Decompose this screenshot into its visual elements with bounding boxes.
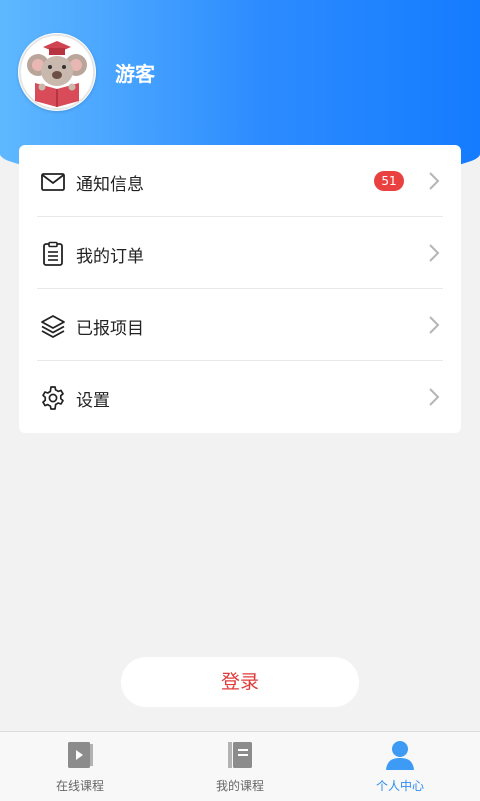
chevron-right-icon: [429, 316, 440, 334]
tab-label: 个人中心: [375, 779, 424, 793]
menu-card: 通知信息 51 我的订单 已报项目 设置: [19, 145, 461, 433]
tab-label: 在线课程: [55, 779, 104, 793]
notification-count-badge: 51: [374, 171, 404, 191]
chevron-right-icon: [429, 172, 440, 190]
notebook-icon: [228, 742, 252, 768]
chevron-right-icon: [429, 244, 440, 262]
menu-item-settings[interactable]: 设置: [19, 361, 461, 433]
tab-online-courses[interactable]: 在线课程: [0, 732, 160, 801]
layers-icon: [41, 315, 65, 338]
person-icon: [386, 741, 414, 770]
chevron-right-icon: [429, 388, 440, 406]
bottom-tab-bar: 在线课程 我的课程 个人中心: [0, 731, 480, 801]
tab-personal-center[interactable]: 个人中心: [320, 732, 480, 801]
avatar[interactable]: [18, 33, 96, 111]
tab-label: 我的课程: [215, 779, 264, 793]
menu-item-label: 我的订单: [76, 247, 144, 267]
login-button[interactable]: 登录: [121, 657, 359, 707]
menu-item-label: 已报项目: [76, 319, 144, 339]
tab-my-courses[interactable]: 我的课程: [160, 732, 320, 801]
play-book-icon: [68, 742, 93, 768]
clipboard-icon: [43, 241, 63, 266]
koala-avatar-icon: [19, 34, 95, 110]
menu-item-enrolled-projects[interactable]: 已报项目: [19, 289, 461, 361]
menu-item-orders[interactable]: 我的订单: [19, 217, 461, 289]
menu-item-label: 设置: [76, 391, 110, 411]
gear-icon: [42, 386, 64, 410]
menu-item-notifications[interactable]: 通知信息 51: [19, 145, 461, 217]
menu-item-label: 通知信息: [76, 175, 144, 195]
username: 游客: [115, 62, 155, 86]
mail-icon: [41, 173, 65, 191]
